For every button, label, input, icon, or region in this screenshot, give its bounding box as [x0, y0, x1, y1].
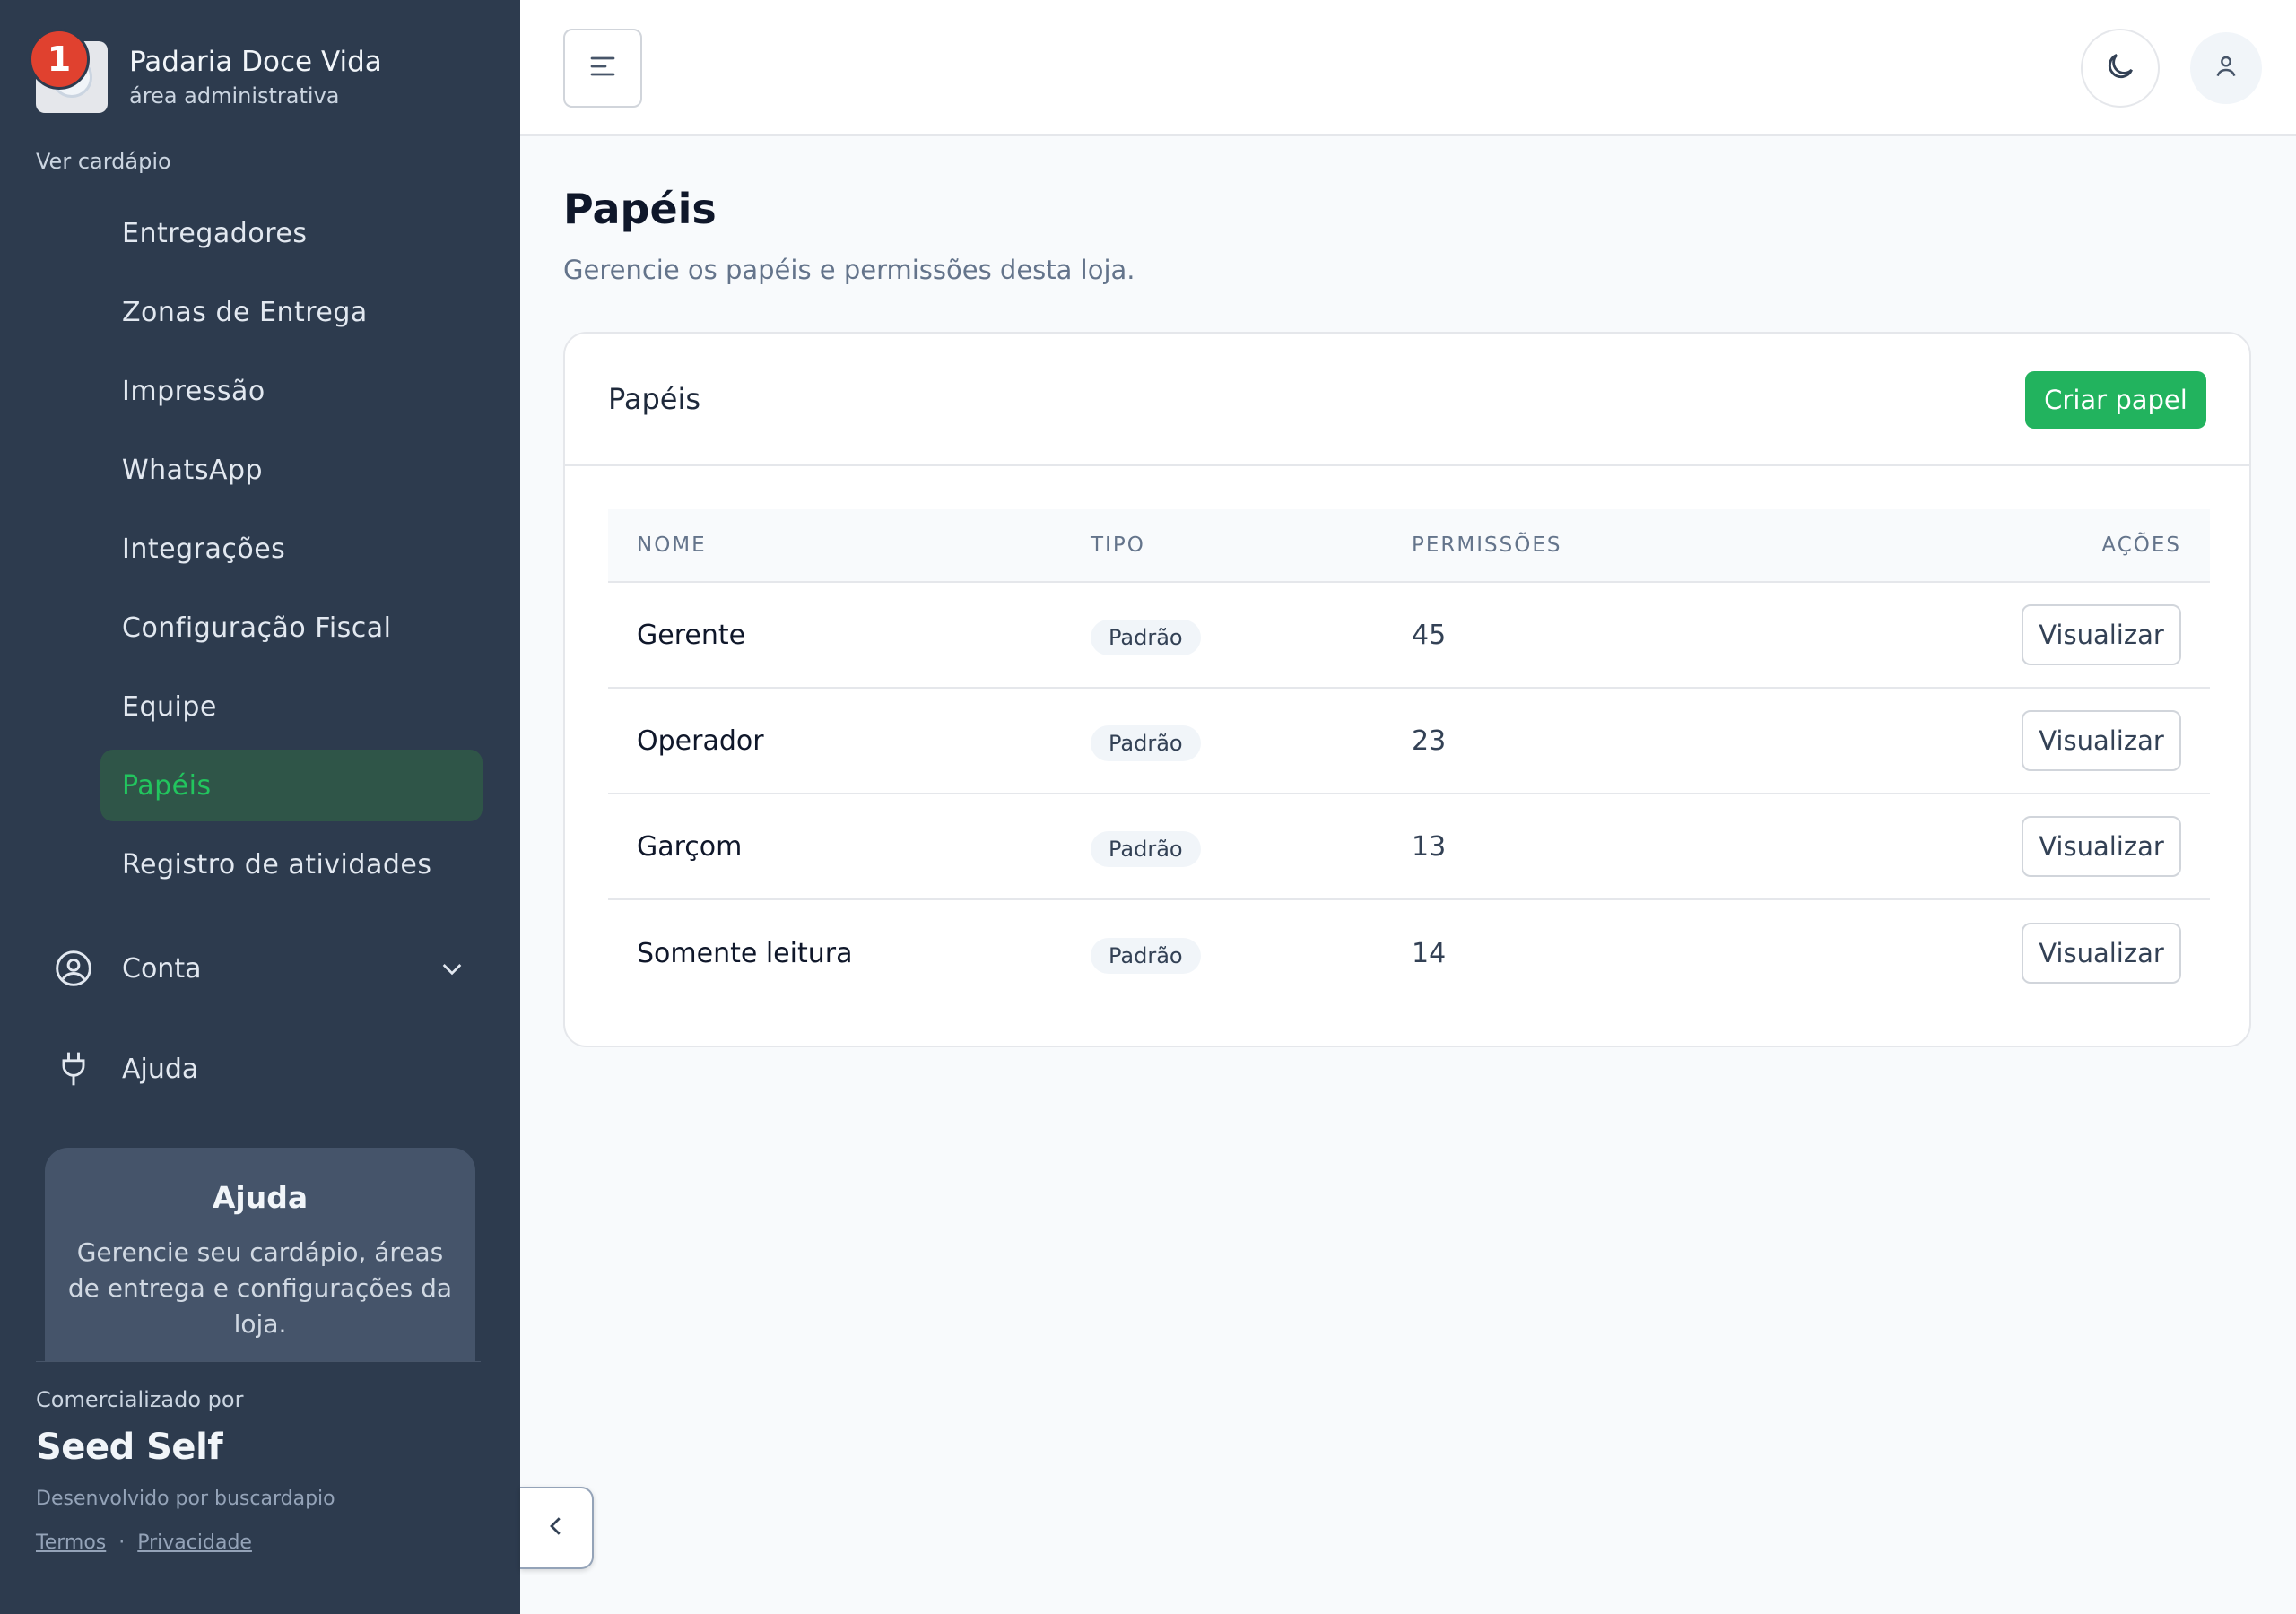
role-permissions-count: 45 [1412, 619, 1447, 651]
help-card-title: Ajuda [212, 1180, 309, 1215]
column-header-permissions: PERMISSÕES [1412, 534, 1562, 557]
moon-icon [2103, 49, 2137, 87]
role-permissions-count: 23 [1412, 725, 1447, 757]
store-subtitle: área administrativa [129, 83, 340, 108]
role-type-badge: Padrão [1091, 831, 1201, 867]
footer-links: Termos · Privacidade [36, 1532, 481, 1554]
sidebar-item-zonas-de-entrega[interactable]: Zonas de Entrega [100, 276, 483, 348]
ajuda-label: Ajuda [122, 1053, 199, 1085]
view-role-button[interactable]: Visualizar [2022, 604, 2181, 665]
plug-icon [54, 1049, 104, 1089]
sidebar-section-ajuda[interactable]: Ajuda [54, 1033, 466, 1105]
page-title: Papéis [563, 185, 717, 233]
chevron-left-icon [543, 1513, 570, 1543]
table-header: NOME TIPO PERMISSÕES AÇÕES [608, 509, 2210, 583]
create-role-button[interactable]: Criar papel [2025, 371, 2206, 429]
sidebar-item-impressao[interactable]: Impressão [100, 355, 483, 427]
table-row: Garçom Padrão 13 Visualizar [608, 794, 2210, 900]
sidebar-item-entregadores[interactable]: Entregadores [100, 197, 483, 269]
column-header-name: NOME [637, 534, 707, 557]
card-header: Papéis Criar papel [565, 334, 2249, 466]
view-menu-link[interactable]: Ver cardápio [36, 149, 171, 174]
sidebar-item-equipe[interactable]: Equipe [100, 671, 483, 742]
role-name: Garçom [637, 830, 743, 863]
user-icon [2212, 52, 2240, 84]
user-circle-icon [54, 949, 104, 988]
developed-by-label: Desenvolvido por buscardapio [36, 1488, 335, 1510]
theme-toggle-button[interactable] [2081, 29, 2160, 108]
sidebar-item-configuracao-fiscal[interactable]: Configuração Fiscal [100, 592, 483, 664]
help-card: Ajuda Gerencie seu cardápio, áreas de en… [45, 1148, 475, 1361]
roles-table: NOME TIPO PERMISSÕES AÇÕES Gerente Padrã… [608, 509, 2210, 1006]
view-role-button[interactable]: Visualizar [2022, 923, 2181, 984]
sidebar-item-whatsapp[interactable]: WhatsApp [100, 434, 483, 506]
role-type-badge: Padrão [1091, 620, 1201, 655]
topbar [520, 0, 2296, 136]
table-row: Somente leitura Padrão 14 Visualizar [608, 900, 2210, 1006]
terms-link[interactable]: Termos [36, 1532, 106, 1554]
user-menu-button[interactable] [2190, 32, 2262, 104]
sold-by-label: Comercializado por [36, 1387, 244, 1412]
roles-card: Papéis Criar papel NOME TIPO PERMISSÕES … [563, 332, 2251, 1047]
chevron-down-icon[interactable] [430, 954, 466, 983]
sidebar-section-conta[interactable]: Conta [54, 933, 466, 1004]
sidebar-item-papeis[interactable]: Papéis [100, 750, 483, 821]
view-role-button[interactable]: Visualizar [2022, 816, 2181, 877]
card-title: Papéis [608, 382, 701, 416]
sidebar-nav: Entregadores Zonas de Entrega Impressão … [100, 197, 483, 907]
role-permissions-count: 14 [1412, 937, 1447, 969]
sidebar-item-registro-de-atividades[interactable]: Registro de atividades [100, 829, 483, 900]
menu-icon [587, 50, 619, 86]
table-row: Operador Padrão 23 Visualizar [608, 689, 2210, 794]
table-row: Gerente Padrão 45 Visualizar [608, 583, 2210, 689]
store-name: Padaria Doce Vida [129, 46, 382, 78]
menu-toggle-button[interactable] [563, 29, 642, 108]
role-name: Operador [637, 725, 764, 757]
column-header-actions: AÇÕES [2101, 534, 2181, 557]
help-card-text: Gerencie seu cardápio, áreas de entrega … [67, 1237, 453, 1339]
sidebar-footer: Comercializado por Seed Self Desenvolvid… [36, 1361, 481, 1554]
role-name: Gerente [637, 619, 746, 651]
role-permissions-count: 13 [1412, 830, 1447, 863]
privacy-link[interactable]: Privacidade [137, 1532, 252, 1554]
footer-separator: · [118, 1532, 126, 1554]
sidebar-item-integracoes[interactable]: Integrações [100, 513, 483, 585]
role-name: Somente leitura [637, 937, 853, 969]
seed-self-logo: Seed Self [36, 1427, 223, 1468]
conta-label: Conta [122, 952, 202, 985]
view-role-button[interactable]: Visualizar [2022, 710, 2181, 771]
column-header-type: TIPO [1091, 534, 1145, 557]
role-type-badge: Padrão [1091, 938, 1201, 974]
sidebar: Padaria Doce Vida área administrativa 1 … [0, 0, 520, 1614]
role-type-badge: Padrão [1091, 725, 1201, 761]
notification-badge[interactable]: 1 [29, 29, 90, 90]
collapse-sidebar-button[interactable] [520, 1487, 594, 1569]
page-subtitle: Gerencie os papéis e permissões desta lo… [563, 255, 1135, 285]
